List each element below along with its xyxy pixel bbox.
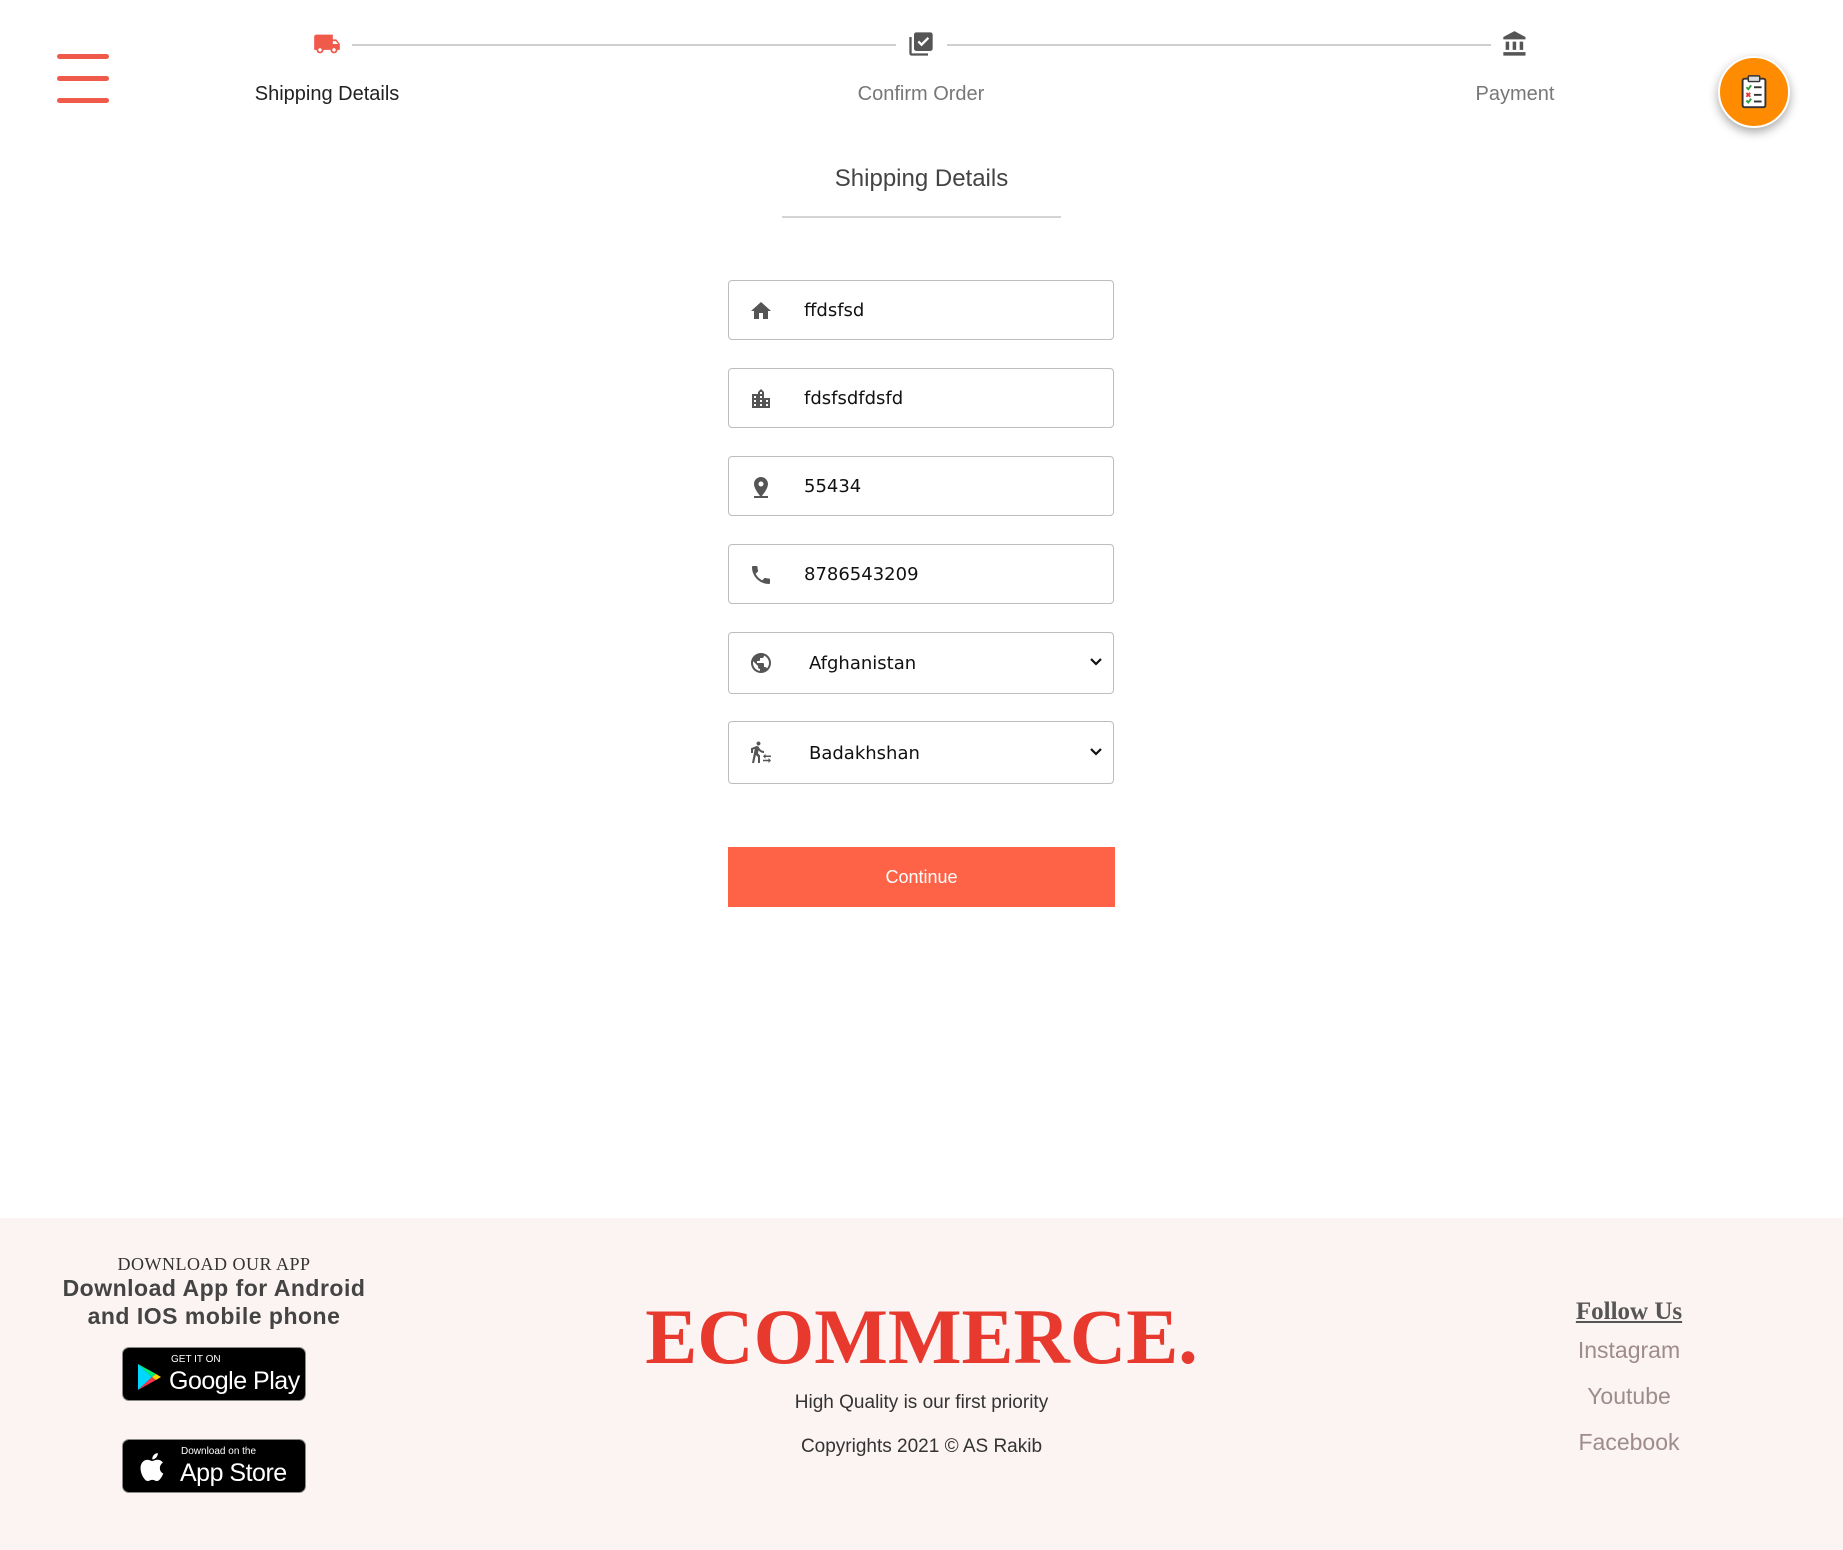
phone-icon bbox=[752, 566, 770, 584]
phone-value: 8786543209 bbox=[804, 564, 919, 585]
download-heading: DOWNLOAD OUR APP bbox=[117, 1254, 311, 1274]
phone-field[interactable]: 8786543209 bbox=[728, 544, 1114, 604]
transfer-within-station-icon bbox=[751, 741, 771, 763]
state-select[interactable]: Badakhshan bbox=[728, 721, 1114, 784]
pincode-field[interactable]: 55434 bbox=[728, 456, 1114, 516]
title-divider bbox=[782, 216, 1061, 218]
home-icon bbox=[751, 302, 771, 319]
instagram-link[interactable]: Instagram bbox=[1529, 1337, 1729, 1364]
order-check-icon bbox=[909, 32, 933, 56]
globe-icon bbox=[751, 653, 771, 673]
chevron-down-icon bbox=[1090, 748, 1102, 756]
step-label-confirm: Confirm Order bbox=[857, 83, 985, 105]
continue-button[interactable]: Continue bbox=[728, 847, 1115, 907]
form-title: Shipping Details bbox=[834, 165, 1009, 192]
truck-icon bbox=[314, 34, 340, 54]
facebook-link[interactable]: Facebook bbox=[1529, 1429, 1729, 1456]
orders-fab-button[interactable] bbox=[1718, 56, 1790, 128]
address-value: ffdsfsd bbox=[804, 300, 865, 321]
step-label-shipping: Shipping Details bbox=[254, 83, 400, 105]
youtube-link[interactable]: Youtube bbox=[1529, 1383, 1729, 1410]
step-connector bbox=[947, 44, 1491, 46]
checkout-stepper: Shipping Details Confirm Order Payment bbox=[0, 0, 1843, 120]
city-icon bbox=[752, 389, 770, 408]
pin-drop-icon bbox=[754, 477, 768, 498]
follow-us-heading: Follow Us bbox=[1575, 1298, 1683, 1325]
city-value: fdsfsdfdsfd bbox=[804, 388, 904, 409]
footer: DOWNLOAD OUR APP Download App for Androi… bbox=[0, 1218, 1843, 1550]
clipboard-checklist-icon bbox=[1741, 75, 1767, 109]
country-value: Afghanistan bbox=[809, 653, 917, 674]
state-value: Badakhshan bbox=[809, 743, 920, 764]
app-store-big-text: App Store bbox=[180, 1459, 287, 1487]
city-field[interactable]: fdsfsdfdsfd bbox=[728, 368, 1114, 428]
pincode-value: 55434 bbox=[804, 476, 862, 497]
step-label-payment: Payment bbox=[1475, 83, 1555, 105]
address-field[interactable]: ffdsfsd bbox=[728, 280, 1114, 340]
bank-icon bbox=[1503, 31, 1526, 56]
chevron-down-icon bbox=[1090, 658, 1102, 666]
country-select[interactable]: Afghanistan bbox=[728, 632, 1114, 694]
step-connector bbox=[352, 44, 896, 46]
